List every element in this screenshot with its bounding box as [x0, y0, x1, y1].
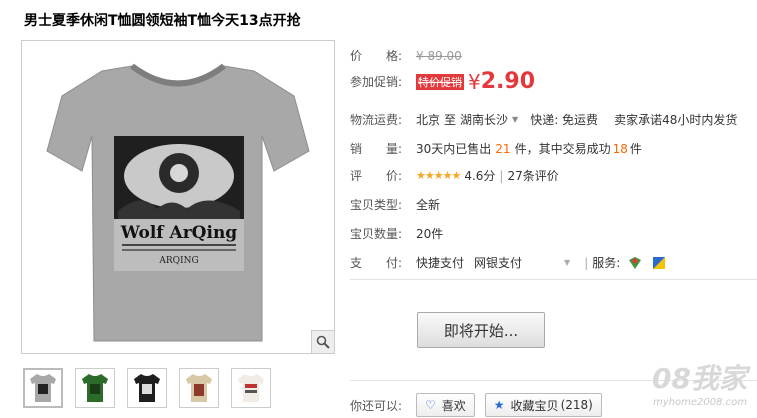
thumbnail-grey-shirt[interactable] — [23, 368, 63, 408]
service-label: 服务: — [592, 256, 621, 270]
sales-row: 销 量: 30天内已售出 21 件，其中交易成功 18 件 — [350, 140, 642, 157]
condition-value: 全新 — [416, 198, 441, 212]
condition-label: 宝贝类型: — [350, 198, 403, 212]
quantity-label: 宝贝数量: — [350, 227, 403, 241]
heart-icon: ♡ — [425, 398, 436, 412]
sales-label: 销 量: — [350, 142, 403, 156]
price-row: 价 格: ¥ 89.00 — [350, 47, 462, 64]
promo-price: 2.90 — [480, 69, 536, 94]
sales-prefix: 30天内已售出 — [416, 142, 492, 156]
payment-method-quick: 快捷支付 — [416, 256, 465, 270]
shipping-label: 物流运费: — [350, 113, 403, 127]
service-card-icon[interactable] — [652, 256, 666, 270]
share-label: 你还可以: — [350, 398, 403, 413]
sold-count: 21 — [495, 141, 511, 156]
sales-mid: 件，其中交易成功 — [514, 142, 611, 156]
success-count: 18 — [612, 141, 628, 156]
condition-row: 宝贝类型: 全新 — [350, 196, 440, 213]
divider: | — [499, 168, 504, 183]
promo-row: 参加促销: 特价促销 ¥ 2.90 — [350, 69, 535, 94]
payment-method-bank: 网银支付 — [474, 256, 523, 270]
zoom-icon[interactable] — [311, 330, 334, 353]
service-badge-icon[interactable] — [628, 256, 642, 270]
star-rating-icon: ★★★★★ — [416, 169, 461, 182]
thumbnail-beige-shirt[interactable] — [179, 368, 219, 408]
tshirt-image: Wolf ArQing ARQING — [46, 63, 310, 342]
quantity-value: 20件 — [416, 227, 444, 241]
shipping-promise: 卖家承诺48小时内发货 — [614, 113, 738, 127]
shirt-small-text: ARQING — [158, 256, 198, 266]
price-label: 价 格: — [350, 49, 403, 63]
rating-row: 评 价: ★★★★★ 4.6分 | 27条评价 — [350, 167, 559, 184]
sales-suffix: 件 — [629, 142, 642, 156]
ship-from: 北京 — [416, 113, 441, 127]
shipping-row: 物流运费: 北京 至 湖南长沙 ▼ 快递: 免运费 卖家承诺48小时内发货 — [350, 111, 737, 128]
shipping-express: 快递: 免运费 — [530, 113, 599, 127]
promo-label: 参加促销: — [350, 75, 403, 89]
rating-label: 评 价: — [350, 169, 403, 183]
like-label: 喜欢 — [441, 398, 466, 413]
thumbnail-black-shirt[interactable] — [127, 368, 167, 408]
payment-row: 支 付: 快捷支付 网银支付 ▼ | 服务: — [350, 254, 666, 271]
favorite-count: (218) — [560, 398, 593, 412]
thumbnail-green-shirt[interactable] — [75, 368, 115, 408]
thumbnail-white-red-shirt[interactable] — [231, 368, 271, 408]
review-count-link[interactable]: 27条评价 — [507, 167, 558, 184]
payment-label: 支 付: — [350, 256, 403, 270]
main-product-image[interactable]: Wolf ArQing ARQING — [21, 40, 335, 354]
product-title: 男士夏季休闲T恤圆领短袖T恤今天13点开抢 — [24, 13, 301, 29]
quantity-row: 宝贝数量: 20件 — [350, 225, 443, 242]
favorite-button[interactable]: ★ 收藏宝贝 (218) — [484, 393, 602, 417]
shirt-brand-text: Wolf ArQing — [120, 223, 238, 243]
promo-tag: 特价促销 — [416, 73, 464, 90]
buy-button[interactable]: 即将开始... — [417, 312, 545, 348]
star-icon: ★ — [493, 398, 505, 412]
divider — [350, 279, 757, 280]
chevron-down-icon[interactable]: ▼ — [564, 258, 570, 267]
original-price: ¥ 89.00 — [416, 48, 462, 63]
currency-symbol: ¥ — [468, 69, 481, 94]
chevron-down-icon[interactable]: ▼ — [512, 115, 518, 124]
favorite-label: 收藏宝贝 — [510, 398, 559, 413]
share-row: 你还可以: ♡ 喜欢 ★ 收藏宝贝 (218) — [350, 393, 612, 417]
like-button[interactable]: ♡ 喜欢 — [416, 393, 475, 417]
ship-to-sep: 至 — [444, 113, 457, 127]
watermark-logo: 08我家 myhome2008.com — [652, 362, 747, 408]
rating-score: 4.6分 — [464, 169, 496, 183]
ship-to-select[interactable]: 湖南长沙 — [460, 111, 508, 128]
thumbnail-strip — [23, 368, 271, 408]
